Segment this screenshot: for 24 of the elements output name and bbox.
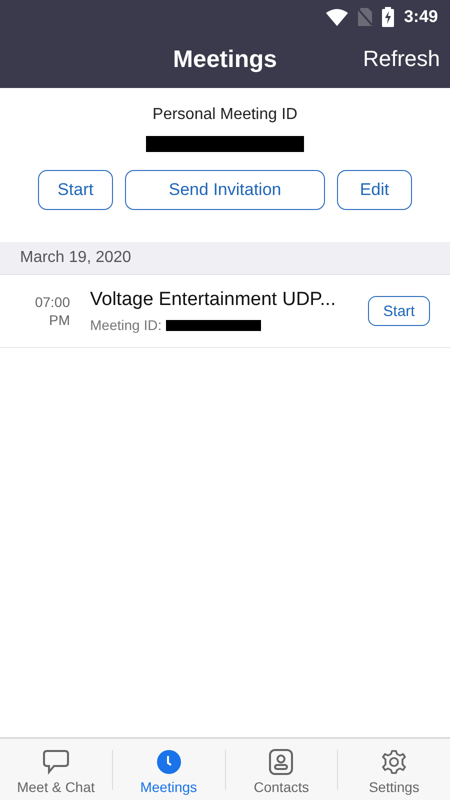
outline-button[interactable]: Send Invitation <box>125 170 325 210</box>
no-sim-icon <box>358 8 372 26</box>
personal-meeting-id-label: Personal Meeting ID <box>152 106 298 124</box>
contact-icon <box>268 748 294 774</box>
start-button[interactable]: Start <box>368 296 430 326</box>
meeting-id-label: Meeting ID: <box>90 317 162 333</box>
battery-charging-icon <box>382 7 394 27</box>
outline-button[interactable]: Start <box>38 170 113 210</box>
tab[interactable]: Settings <box>338 744 450 794</box>
meeting-period: PM <box>49 311 70 329</box>
tab[interactable]: Meet & Chat <box>0 744 112 794</box>
tab[interactable]: Contacts <box>226 744 338 794</box>
clock-time: 3:49 <box>404 7 438 27</box>
date-header: March 19, 2020 <box>0 242 450 275</box>
outline-button[interactable]: Edit <box>337 170 412 210</box>
tab[interactable]: Meetings <box>112 744 224 794</box>
refresh-button[interactable]: Refresh <box>362 46 440 72</box>
wifi-icon <box>326 8 348 26</box>
meeting-title: Voltage Entertainment UDP... <box>90 289 337 311</box>
clock-icon <box>156 748 182 774</box>
screen-title: Meetings <box>172 46 277 74</box>
speech-bubble-icon <box>42 748 70 774</box>
meeting-time: 07:00 <box>34 293 70 311</box>
settings-icon <box>381 748 408 774</box>
